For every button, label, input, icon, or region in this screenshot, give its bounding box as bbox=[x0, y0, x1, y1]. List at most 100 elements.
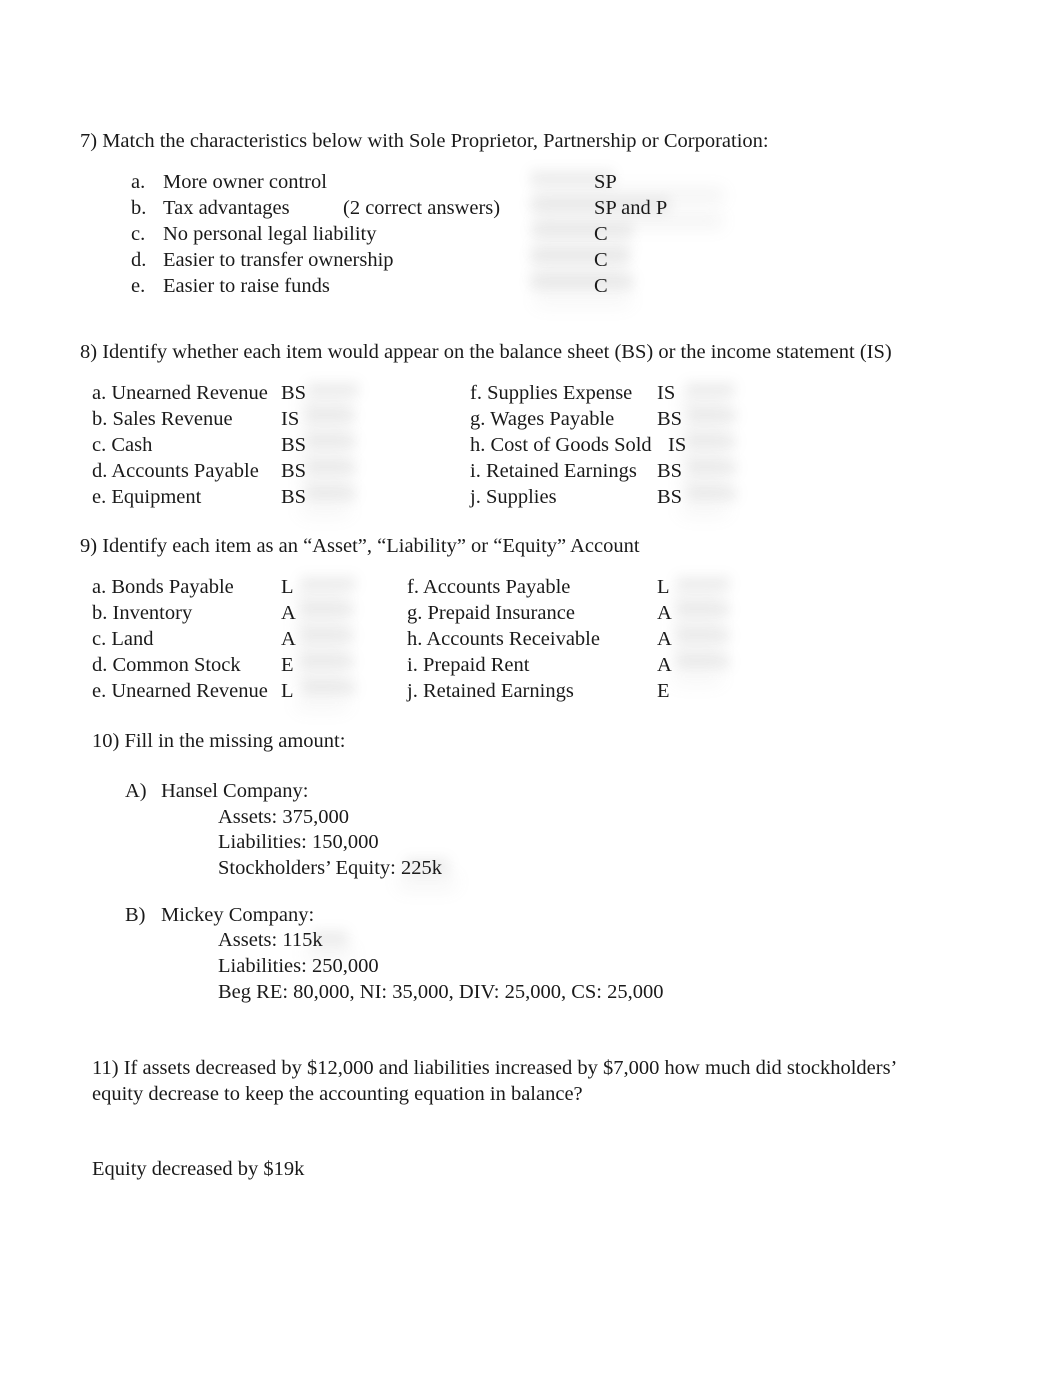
list-item-label: Easier to transfer ownership bbox=[163, 249, 394, 271]
list-marker: b. bbox=[131, 197, 147, 219]
list-item-answer: A bbox=[657, 602, 672, 624]
correct-answers-note: (2 correct answers) bbox=[343, 197, 501, 219]
list-item-label: More owner control bbox=[163, 171, 327, 193]
list-item-label: Easier to raise funds bbox=[163, 275, 330, 297]
list-item-label: f. Supplies Expense bbox=[470, 382, 633, 404]
answer-smudge bbox=[672, 670, 722, 684]
answer-smudge bbox=[676, 602, 730, 617]
list-item-label: i. Retained Earnings bbox=[470, 460, 637, 482]
list-item-label: c. Cash bbox=[92, 434, 153, 456]
answer-smudge bbox=[685, 382, 735, 397]
list-item-label: f. Accounts Payable bbox=[407, 576, 571, 598]
list-item-answer: BS bbox=[281, 434, 307, 456]
answer-smudge bbox=[295, 618, 347, 632]
answer-smudge bbox=[302, 680, 356, 695]
answer-smudge bbox=[295, 592, 347, 606]
answer-smudge bbox=[672, 592, 722, 606]
answer-smudge bbox=[305, 408, 355, 423]
question-11-answer: Equity decreased by $19k bbox=[92, 1158, 305, 1180]
list-item-label: e. Unearned Revenue bbox=[92, 680, 268, 702]
answer-smudge bbox=[672, 618, 722, 632]
list-item-answer: L bbox=[281, 576, 294, 598]
list-item-label: No personal legal liability bbox=[163, 223, 377, 245]
answer-smudge bbox=[680, 450, 728, 464]
list-item-label: i. Prepaid Rent bbox=[407, 654, 530, 676]
part-b-line: Beg RE: 80,000, NI: 35,000, DIV: 25,000,… bbox=[218, 981, 664, 1003]
list-marker: d. bbox=[131, 249, 147, 271]
part-a-title: Hansel Company: bbox=[161, 780, 309, 802]
answer-smudge bbox=[300, 476, 350, 490]
list-item-answer: A bbox=[657, 628, 672, 650]
answer-smudge bbox=[686, 434, 736, 449]
answer-smudge bbox=[295, 644, 347, 658]
answer-smudge bbox=[535, 292, 631, 306]
question-11-heading-line2: equity decrease to keep the accounting e… bbox=[92, 1083, 583, 1105]
answer-smudge bbox=[300, 602, 354, 617]
list-item-label: j. Supplies bbox=[470, 486, 557, 508]
list-item-answer: A bbox=[657, 654, 672, 676]
answer-smudge bbox=[530, 248, 630, 264]
answer-smudge bbox=[672, 644, 722, 658]
list-item-label: j. Retained Earnings bbox=[407, 680, 574, 702]
answer-smudge bbox=[306, 486, 356, 501]
question-7-heading: 7) Match the characteristics below with … bbox=[80, 130, 769, 152]
list-item-answer: SP bbox=[594, 171, 617, 193]
answer-smudge bbox=[680, 424, 728, 438]
list-item-label: h. Cost of Goods Sold bbox=[470, 434, 652, 456]
list-item-label: g. Prepaid Insurance bbox=[407, 602, 575, 624]
part-a-marker: A) bbox=[125, 780, 147, 802]
list-item-answer: IS bbox=[657, 382, 676, 404]
question-9-heading: 9) Identify each item as an “Asset”, “Li… bbox=[80, 535, 640, 557]
part-a-line: Assets: 375,000 bbox=[218, 806, 349, 828]
part-b-marker: B) bbox=[125, 904, 146, 926]
list-item-label: h. Accounts Receivable bbox=[407, 628, 600, 650]
answer-smudge bbox=[533, 266, 627, 281]
list-item-answer: SP and P bbox=[594, 197, 668, 219]
answer-smudge bbox=[300, 502, 350, 516]
answer-smudge bbox=[300, 628, 354, 643]
list-item-label: Tax advantages bbox=[163, 197, 290, 219]
list-marker: c. bbox=[131, 223, 146, 245]
list-item-answer: E bbox=[657, 680, 670, 702]
list-item-answer: IS bbox=[281, 408, 300, 430]
answer-smudge bbox=[530, 274, 634, 290]
list-item-label: e. Equipment bbox=[92, 486, 202, 508]
answer-smudge bbox=[306, 434, 356, 449]
list-item-label: a. Bonds Payable bbox=[92, 576, 234, 598]
list-item-answer: A bbox=[281, 628, 296, 650]
list-item-label: d. Common Stock bbox=[92, 654, 241, 676]
answer-smudge bbox=[676, 628, 730, 643]
answer-smudge bbox=[687, 460, 737, 475]
list-item-label: g. Wages Payable bbox=[470, 408, 615, 430]
list-item-answer: E bbox=[281, 654, 294, 676]
list-item-answer: A bbox=[281, 602, 296, 624]
part-a-line: Stockholders’ Equity: 225k bbox=[218, 857, 442, 879]
answer-smudge bbox=[676, 654, 730, 669]
answer-smudge bbox=[676, 576, 730, 591]
list-marker: a. bbox=[131, 171, 146, 193]
answer-smudge bbox=[300, 424, 350, 438]
answer-smudge bbox=[300, 450, 350, 464]
document-page: 7) Match the characteristics below with … bbox=[0, 0, 1062, 1377]
answer-smudge bbox=[296, 696, 348, 710]
answer-smudge bbox=[687, 408, 737, 423]
list-item-answer: BS bbox=[281, 460, 307, 482]
answer-smudge bbox=[300, 398, 350, 412]
part-a-line: Liabilities: 150,000 bbox=[218, 831, 379, 853]
list-item-answer: L bbox=[657, 576, 670, 598]
answer-smudge bbox=[307, 382, 359, 397]
question-10-heading: 10) Fill in the missing amount: bbox=[92, 730, 346, 752]
list-marker: e. bbox=[131, 275, 146, 297]
list-item-answer: BS bbox=[657, 486, 683, 508]
answer-smudge bbox=[680, 476, 728, 490]
question-8-heading: 8) Identify whether each item would appe… bbox=[80, 341, 892, 363]
answer-smudge bbox=[300, 576, 356, 591]
list-item-answer: L bbox=[281, 680, 294, 702]
part-b-title: Mickey Company: bbox=[161, 904, 315, 926]
list-item-answer: BS bbox=[281, 382, 307, 404]
answer-smudge bbox=[531, 222, 633, 238]
list-item-answer: C bbox=[594, 223, 608, 245]
answer-smudge bbox=[680, 398, 728, 412]
list-item-answer: BS bbox=[657, 460, 683, 482]
list-item-answer: BS bbox=[281, 486, 307, 508]
